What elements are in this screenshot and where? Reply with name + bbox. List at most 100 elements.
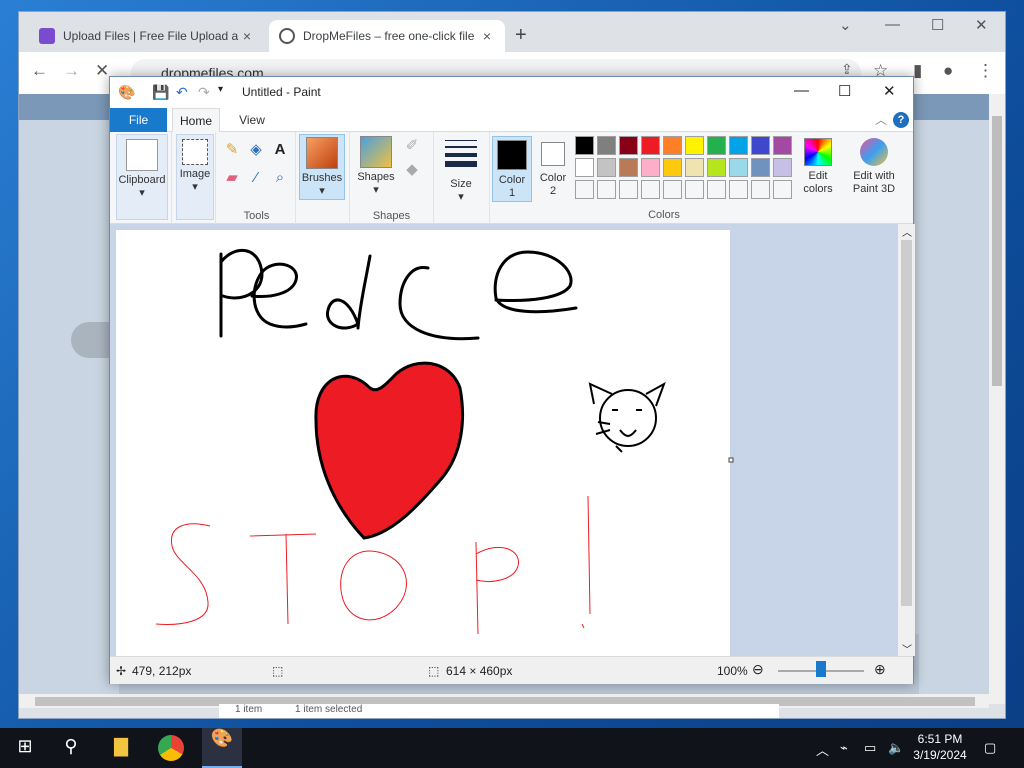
status-selected: 1 item selected xyxy=(295,704,363,715)
ethernet-icon[interactable]: ▭ xyxy=(864,740,876,756)
search-icon[interactable]: ⚲ xyxy=(58,736,84,760)
tab-home[interactable]: Home xyxy=(172,108,220,132)
network-status-icon[interactable]: ⌁ xyxy=(840,740,848,756)
palette-swatch[interactable] xyxy=(663,136,682,155)
palette-swatch[interactable] xyxy=(773,180,792,199)
clipboard-button[interactable]: Clipboard ▾ xyxy=(116,134,168,220)
palette-swatch[interactable] xyxy=(707,136,726,155)
shape-fill-icon[interactable]: ◆ xyxy=(402,160,422,180)
maximize-button[interactable]: ☐ xyxy=(931,16,944,34)
palette-swatch[interactable] xyxy=(685,136,704,155)
notifications-icon[interactable]: ▢ xyxy=(984,740,996,756)
zoom-level: 100% xyxy=(717,664,748,678)
color1-swatch xyxy=(497,140,527,170)
shapes-button[interactable]: Shapes ▾ xyxy=(354,134,398,200)
palette-swatch[interactable] xyxy=(575,180,594,199)
canvas-vertical-scrollbar[interactable]: ︿ ﹀ xyxy=(898,224,915,656)
drawing-canvas[interactable] xyxy=(110,224,898,656)
close-window-button[interactable]: ✕ xyxy=(975,16,988,34)
show-hidden-icons-icon[interactable]: ︿ xyxy=(816,740,829,759)
paint-minimize-button[interactable]: — xyxy=(794,82,809,99)
volume-muted-icon[interactable]: 🔈 xyxy=(888,740,904,756)
palette-swatch[interactable] xyxy=(729,180,748,199)
redo-icon[interactable]: ↷ xyxy=(198,84,210,101)
tab-dropmefiles[interactable]: DropMeFiles – free one-click file × xyxy=(269,20,505,52)
palette-swatch[interactable] xyxy=(597,158,616,177)
palette-swatch[interactable] xyxy=(575,136,594,155)
paint-maximize-button[interactable]: ☐ xyxy=(838,82,851,100)
color1-button[interactable]: Color 1 xyxy=(492,136,532,202)
palette-swatch[interactable] xyxy=(619,136,638,155)
menu-icon[interactable]: ⋮ xyxy=(977,61,994,81)
forward-icon[interactable]: → xyxy=(63,61,80,81)
magnifier-icon[interactable]: ⌕ xyxy=(270,168,290,188)
tab-file[interactable]: File xyxy=(110,108,167,132)
close-tab-icon[interactable]: × xyxy=(479,28,495,44)
palette-swatch[interactable] xyxy=(729,136,748,155)
palette-swatch[interactable] xyxy=(773,136,792,155)
palette-swatch[interactable] xyxy=(751,180,770,199)
save-icon[interactable]: 💾 xyxy=(152,84,169,101)
back-icon[interactable]: ← xyxy=(31,61,48,81)
rainbow-icon xyxy=(804,138,832,166)
palette-swatch[interactable] xyxy=(597,136,616,155)
collapse-ribbon-icon[interactable]: ︿ xyxy=(875,111,887,128)
taskbar: ⊞ ⚲ ▇ 🎨 ︿ ⌁ ▭ 🔈 6:51 PM 3/19/2024 ▢ xyxy=(0,728,1024,768)
palette-swatch[interactable] xyxy=(685,180,704,199)
palette-swatch[interactable] xyxy=(773,158,792,177)
page-vertical-scrollbar[interactable] xyxy=(989,94,1005,704)
palette-swatch[interactable] xyxy=(751,136,770,155)
profile-avatar-icon[interactable]: ● xyxy=(943,61,953,81)
palette-swatch[interactable] xyxy=(641,180,660,199)
palette-swatch[interactable] xyxy=(663,180,682,199)
size-button[interactable]: Size ▾ xyxy=(438,134,484,203)
palette-swatch[interactable] xyxy=(751,158,770,177)
canvas-area[interactable] xyxy=(110,224,898,656)
brushes-button[interactable]: Brushes ▾ xyxy=(299,134,345,200)
color2-button[interactable]: Color 2 xyxy=(536,136,570,202)
paint-taskbar-icon[interactable]: 🎨 xyxy=(202,728,242,768)
image-size-icon: ⬚ xyxy=(428,664,440,678)
palette-swatch[interactable] xyxy=(597,180,616,199)
palette-swatch[interactable] xyxy=(707,158,726,177)
zoom-out-button[interactable]: ⊖ xyxy=(752,661,764,678)
palette-swatch[interactable] xyxy=(729,158,748,177)
help-icon[interactable]: ? xyxy=(893,112,909,128)
palette-swatch[interactable] xyxy=(575,158,594,177)
palette-swatch[interactable] xyxy=(641,136,660,155)
clock-time: 6:51 PM xyxy=(917,732,963,746)
paint-close-button[interactable]: ✕ xyxy=(883,82,896,100)
palette-swatch[interactable] xyxy=(663,158,682,177)
eraser-icon[interactable]: ▰ xyxy=(222,168,242,188)
stop-loading-icon[interactable]: ✕ xyxy=(95,61,109,81)
pencil-icon[interactable]: ✎ xyxy=(222,140,242,160)
close-tab-icon[interactable]: × xyxy=(239,28,255,44)
tab-view[interactable]: View xyxy=(228,108,276,132)
minimize-button[interactable]: — xyxy=(885,16,900,33)
image-button[interactable]: Image ▾ xyxy=(176,134,214,220)
tab-upload-files[interactable]: Upload Files | Free File Upload and × xyxy=(29,20,265,52)
palette-swatch[interactable] xyxy=(685,158,704,177)
palette-swatch[interactable] xyxy=(619,158,638,177)
paint3d-button[interactable]: Edit with Paint 3D xyxy=(844,136,904,202)
file-explorer-icon[interactable]: ▇ xyxy=(108,736,134,760)
fill-icon[interactable]: ◈ xyxy=(246,140,266,160)
tab-search-icon[interactable]: ⌄ xyxy=(839,16,852,34)
resize-handle-icon[interactable] xyxy=(728,457,734,463)
palette-swatch[interactable] xyxy=(641,158,660,177)
color-picker-icon[interactable]: ⁄ xyxy=(246,168,266,188)
new-tab-button[interactable]: + xyxy=(515,24,527,47)
palette-swatch[interactable] xyxy=(707,180,726,199)
outline-icon[interactable]: ✐ xyxy=(402,136,422,156)
palette-swatch[interactable] xyxy=(619,180,638,199)
zoom-in-button[interactable]: ⊕ xyxy=(874,661,886,678)
undo-icon[interactable]: ↶ xyxy=(176,84,188,101)
start-windows-icon[interactable]: ⊞ xyxy=(12,736,38,760)
side-panel-icon[interactable]: ▮ xyxy=(913,61,922,81)
zoom-slider-thumb[interactable] xyxy=(816,661,826,677)
text-icon[interactable]: A xyxy=(270,140,290,160)
edit-colors-button[interactable]: Edit colors xyxy=(796,136,840,202)
customize-qat-icon[interactable]: ▾ xyxy=(218,84,223,95)
system-clock[interactable]: 6:51 PM 3/19/2024 xyxy=(905,731,975,763)
chrome-icon[interactable] xyxy=(158,735,184,761)
